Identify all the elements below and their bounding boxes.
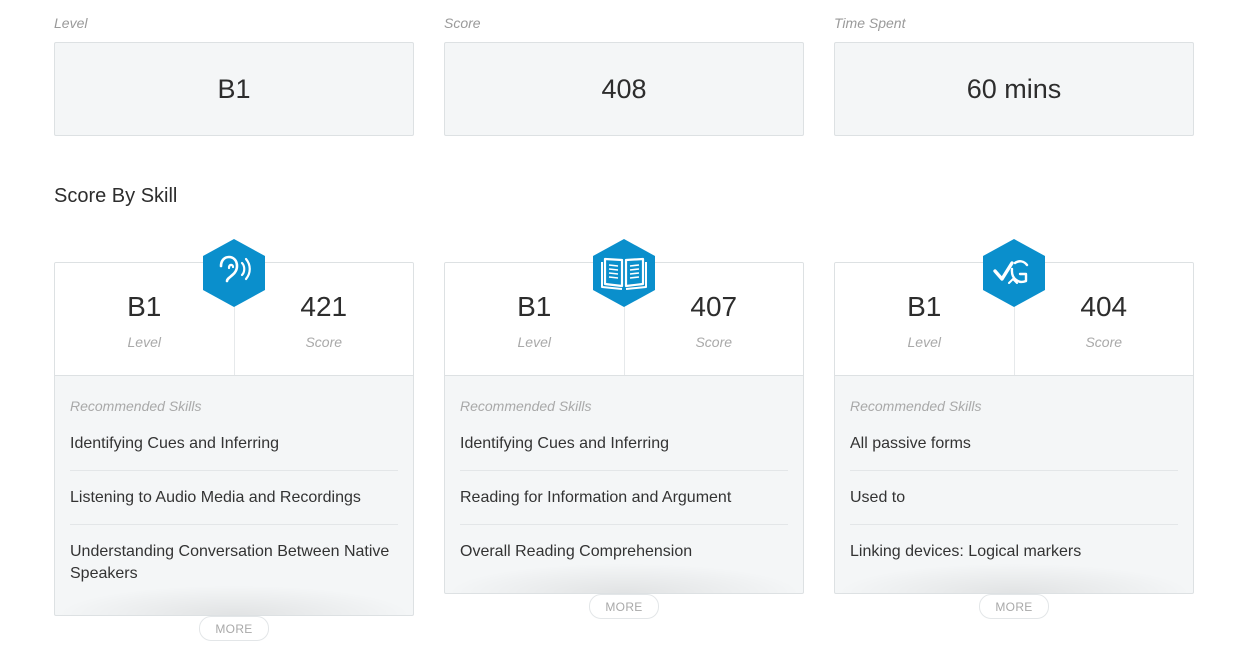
recommended-skill-item[interactable]: Understanding Conversation Between Nativ… <box>70 541 398 585</box>
section-title: Score By Skill <box>54 185 178 207</box>
skill-score-label: Score <box>305 334 343 350</box>
recommended-skill-item[interactable]: Overall Reading Comprehension <box>460 541 788 563</box>
more-button[interactable]: MORE <box>589 594 659 619</box>
recommended-skills: Recommended Skills All passive forms Use… <box>835 376 1193 563</box>
recommended-skill-item[interactable]: All passive forms <box>850 433 1178 471</box>
skill-level-label: Level <box>907 334 941 350</box>
summary-score-label: Score <box>444 15 481 31</box>
ear-listening-icon <box>201 239 267 307</box>
recommended-skill-item[interactable]: Linking devices: Logical markers <box>850 541 1178 563</box>
skill-level-label: Level <box>127 334 161 350</box>
recommended-skill-item[interactable]: Identifying Cues and Inferring <box>460 433 788 471</box>
skill-score-label: Score <box>695 334 733 350</box>
skill-level-label: Level <box>517 334 551 350</box>
card-fade <box>445 563 803 593</box>
summary-score-value: 408 <box>444 42 804 136</box>
recommended-skill-item[interactable]: Identifying Cues and Inferring <box>70 433 398 471</box>
recommended-skills-label: Recommended Skills <box>460 398 592 414</box>
open-book-icon <box>591 239 657 307</box>
skill-score-label: Score <box>1085 334 1123 350</box>
recommended-skills: Recommended Skills Identifying Cues and … <box>445 376 803 563</box>
more-button[interactable]: MORE <box>199 616 269 641</box>
recommended-skill-item[interactable]: Listening to Audio Media and Recordings <box>70 487 398 525</box>
summary-time-label: Time Spent <box>834 15 906 31</box>
summary-level-label: Level <box>54 15 88 31</box>
recommended-skills: Recommended Skills Identifying Cues and … <box>55 376 413 585</box>
skill-card-frame: B1 Level 407 Score Recommended Skills Id… <box>444 262 804 594</box>
more-button[interactable]: MORE <box>979 594 1049 619</box>
card-fade <box>835 563 1193 593</box>
summary-time-value: 60 mins <box>834 42 1194 136</box>
recommended-skill-item[interactable]: Reading for Information and Argument <box>460 487 788 525</box>
summary-level-value: B1 <box>54 42 414 136</box>
grammar-check-icon <box>981 239 1047 307</box>
card-fade <box>55 585 413 615</box>
skill-card-frame: B1 Level 404 Score Recommended Skills Al… <box>834 262 1194 594</box>
recommended-skill-item[interactable]: Used to <box>850 487 1178 525</box>
recommended-skills-label: Recommended Skills <box>70 398 202 414</box>
skill-card-frame: B1 Level 421 Score Recommended Skills Id… <box>54 262 414 616</box>
recommended-skills-label: Recommended Skills <box>850 398 982 414</box>
